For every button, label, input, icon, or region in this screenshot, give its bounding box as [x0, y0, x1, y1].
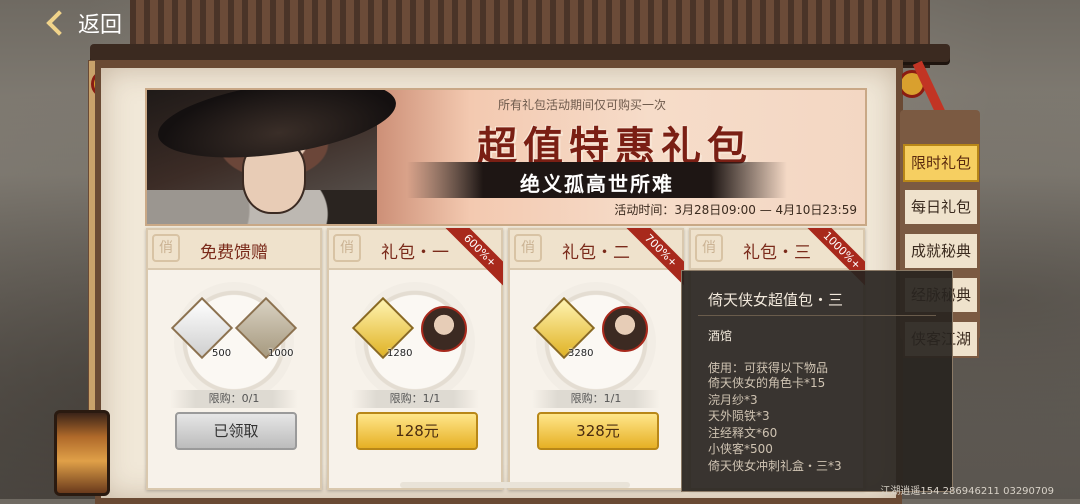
item-qty: 3280 [568, 348, 594, 359]
purchase-limit: 限购：1/1 [532, 390, 660, 408]
tooltip-title: 倚天侠女超值包・三 [708, 291, 844, 309]
tooltip-line: 浣月纱*3 [708, 392, 758, 407]
claimed-button[interactable]: 已领取 [175, 412, 297, 450]
lantern-icon [54, 410, 110, 496]
promo-banner: 所有礼包活动期间仅可购买一次 超值特惠礼包 绝义孤高世所难 活动时间：3月28日… [145, 88, 867, 226]
tooltip-line: 天外陨铁*3 [708, 409, 770, 423]
hero-portrait-icon[interactable] [602, 306, 648, 352]
tooltip-desc: 使用：可获得以下物品 [708, 361, 829, 375]
value-badge-text: 700%+ [624, 228, 684, 288]
hero-portrait-icon[interactable] [421, 306, 467, 352]
event-time: 活动时间：3月28日09:00 — 4月10日23:59 [614, 201, 857, 218]
tooltip-line: 倚天侠女的角色卡*15 [708, 376, 826, 390]
item-qty: 500 [212, 348, 232, 359]
item-qty: 1280 [387, 348, 413, 359]
tooltip-item-list: 倚天侠女的角色卡*15 浣月纱*3 天外陨铁*3 注经释文*60 小侠客*500… [708, 375, 842, 474]
purchase-limit: 限购：1/1 [351, 390, 479, 408]
tab-daily-packs[interactable]: 每日礼包 [903, 188, 979, 226]
tooltip-divider [698, 315, 936, 316]
purchase-limit: 限购：0/1 [170, 390, 298, 408]
footer-id: 江湖逍遥154 286946211 03290709 [880, 486, 1054, 497]
pack-title: 免费馈赠 [200, 243, 268, 263]
pack-card-two: 俏 礼包・二 700%+ 3280 限购：1/1 328元 [508, 228, 684, 490]
pack-card-free: 俏 免费馈赠 500 1000 限购：0/1 已领取 [146, 228, 322, 490]
tab-limited-packs[interactable]: 限时礼包 [903, 144, 979, 182]
item-qty: 1000 [268, 348, 294, 359]
tooltip-line: 倚天侠女冲刺礼盒・三*3 [708, 458, 842, 473]
event-time-value: 3月28日09:00 — 4月10日23:59 [674, 203, 857, 217]
card-header: 俏 免费馈赠 [148, 230, 320, 270]
hero-art [147, 90, 401, 224]
subtitle-band: 绝义孤高世所难 [407, 162, 787, 198]
value-badge: 600%+ [443, 228, 503, 288]
pack-card-one: 俏 礼包・一 600%+ 1280 限购：1/1 128元 [327, 228, 503, 490]
event-time-label: 活动时间： [614, 203, 675, 217]
value-badge-text: 600%+ [443, 228, 503, 288]
banner-note: 所有礼包活动期间仅可购买一次 [497, 98, 666, 112]
tab-achievement-book[interactable]: 成就秘典 [903, 232, 979, 270]
tooltip-line: 小侠客*500 [708, 442, 773, 456]
item-tooltip: 倚天侠女超值包・三 酒馆 使用：可获得以下物品 倚天侠女的角色卡*15 浣月纱*… [681, 270, 953, 492]
value-badge: 700%+ [624, 228, 684, 288]
back-label: 返回 [78, 13, 123, 38]
horizontal-scrollbar[interactable] [400, 482, 630, 488]
banner-subtitle: 绝义孤高世所难 [520, 172, 674, 196]
back-button[interactable]: 返回 [46, 6, 123, 40]
tooltip-category: 酒馆 [708, 329, 733, 343]
buy-button[interactable]: 128元 [356, 412, 478, 450]
buy-button[interactable]: 328元 [537, 412, 659, 450]
chevron-left-icon [46, 10, 72, 36]
tooltip-line: 注经释文*60 [708, 425, 778, 440]
